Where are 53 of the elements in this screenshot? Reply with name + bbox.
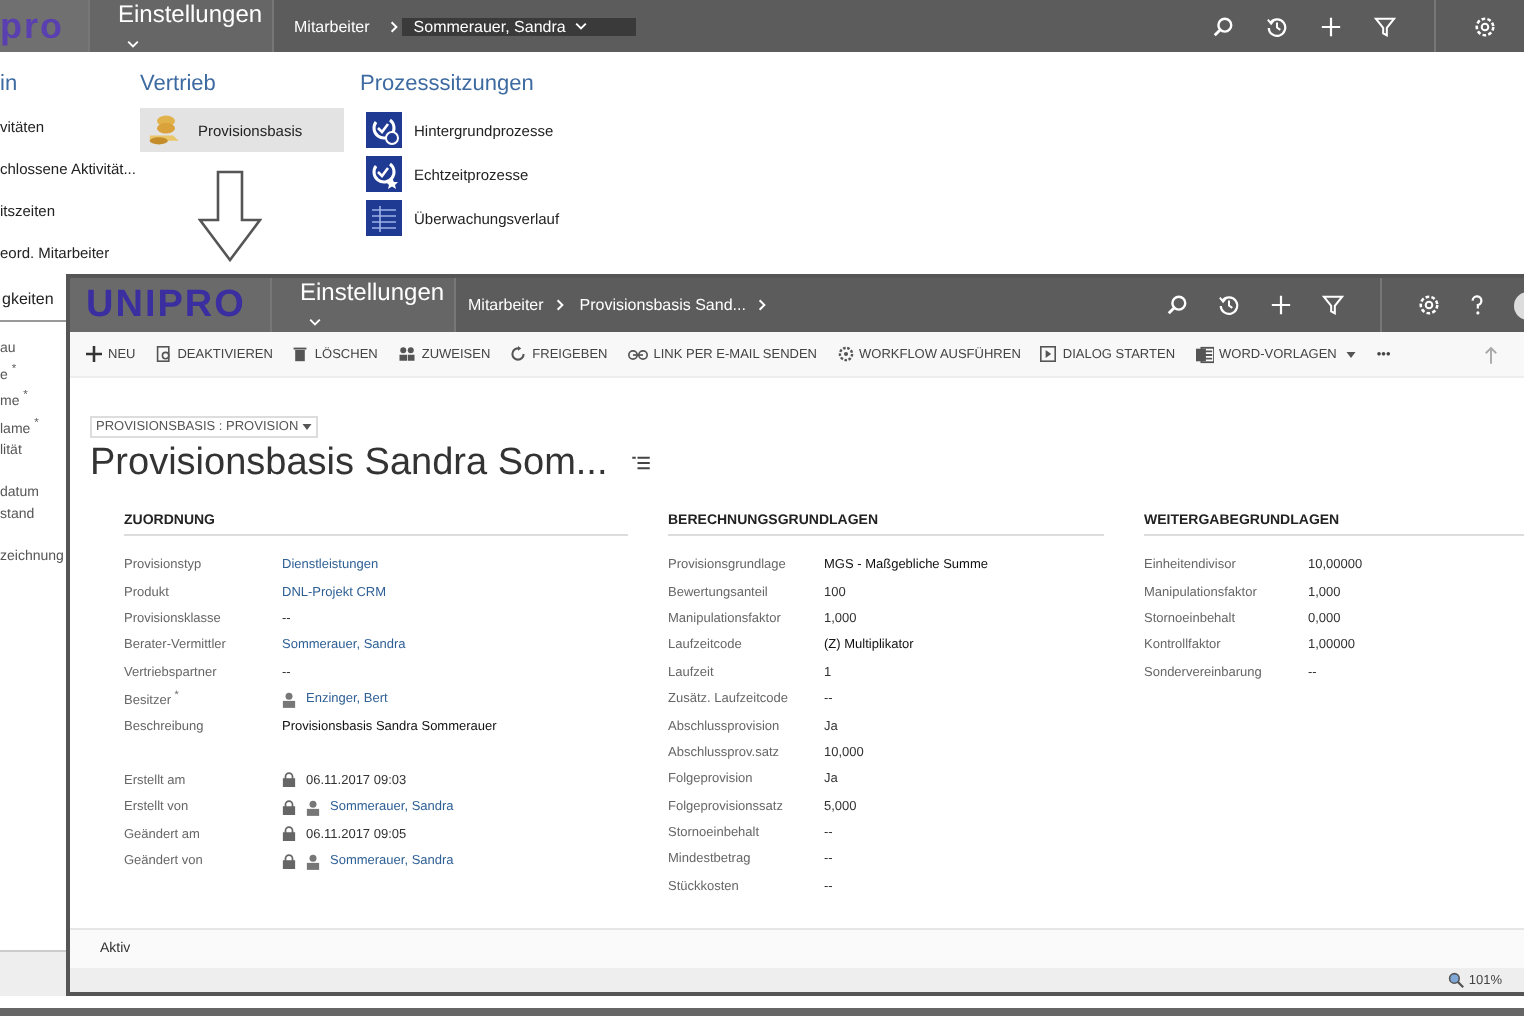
history-icon[interactable] (1218, 294, 1240, 316)
chevron-down-icon (308, 317, 322, 326)
user-icon (282, 691, 296, 708)
caret-icon (302, 424, 313, 430)
footer-bar (0, 950, 66, 996)
history-icon[interactable] (1266, 15, 1288, 37)
search-icon[interactable] (1212, 15, 1234, 37)
group-title: in (0, 72, 20, 99)
breadcrumb-item[interactable]: Mitarbeiter (468, 296, 544, 314)
search-icon[interactable] (1166, 294, 1188, 316)
link-icon (627, 349, 648, 359)
lock-icon (282, 853, 296, 870)
filter-icon[interactable] (1374, 15, 1396, 37)
chevron-icon (555, 298, 564, 312)
down-arrow (198, 170, 262, 262)
breadcrumb-item[interactable]: Mitarbeiter (282, 17, 386, 35)
zoom-icon (1448, 972, 1465, 989)
caret-icon (1346, 351, 1357, 357)
chevron-icon (757, 298, 766, 312)
trash-icon (292, 346, 309, 362)
help-icon[interactable] (1470, 294, 1484, 316)
word-document-icon (1195, 345, 1214, 363)
user-icon (306, 799, 320, 816)
menu-icon[interactable] (631, 456, 650, 470)
people-icon (397, 346, 416, 362)
group-title: Prozesssitzungen (360, 72, 536, 100)
share-icon (510, 346, 527, 362)
plus-icon (86, 346, 102, 362)
plus-icon[interactable] (1320, 15, 1342, 37)
process-clock-icon (366, 112, 402, 148)
breadcrumb-item[interactable]: Provisionsbasis Sand... (579, 296, 746, 314)
user-icon (306, 853, 320, 870)
gear-icon (837, 346, 853, 362)
list-grid-icon (366, 200, 402, 236)
logo: UNIPRO (70, 278, 270, 332)
settings-icon[interactable] (1474, 15, 1496, 37)
plus-icon[interactable] (1270, 294, 1292, 316)
filter-icon[interactable] (1322, 294, 1344, 316)
settings-icon[interactable] (1418, 294, 1440, 316)
document-icon (155, 346, 172, 362)
breadcrumb-item[interactable]: Sommerauer, Sandra (401, 17, 636, 35)
lock-icon (282, 772, 296, 789)
group-title: Vertrieb (140, 72, 218, 100)
record-title: Provisionsbasis Sandra Som... (90, 442, 608, 486)
logo: pro (0, 0, 88, 52)
lock-icon (282, 826, 296, 843)
chevron-icon (389, 19, 398, 33)
chevron-down-icon (573, 22, 588, 30)
lock-icon (282, 799, 296, 816)
area-menu[interactable]: Einstellungen (270, 278, 454, 332)
chevron-down-icon (126, 39, 140, 48)
area-menu[interactable]: Einstellungen (88, 0, 272, 52)
play-icon (1040, 346, 1057, 362)
